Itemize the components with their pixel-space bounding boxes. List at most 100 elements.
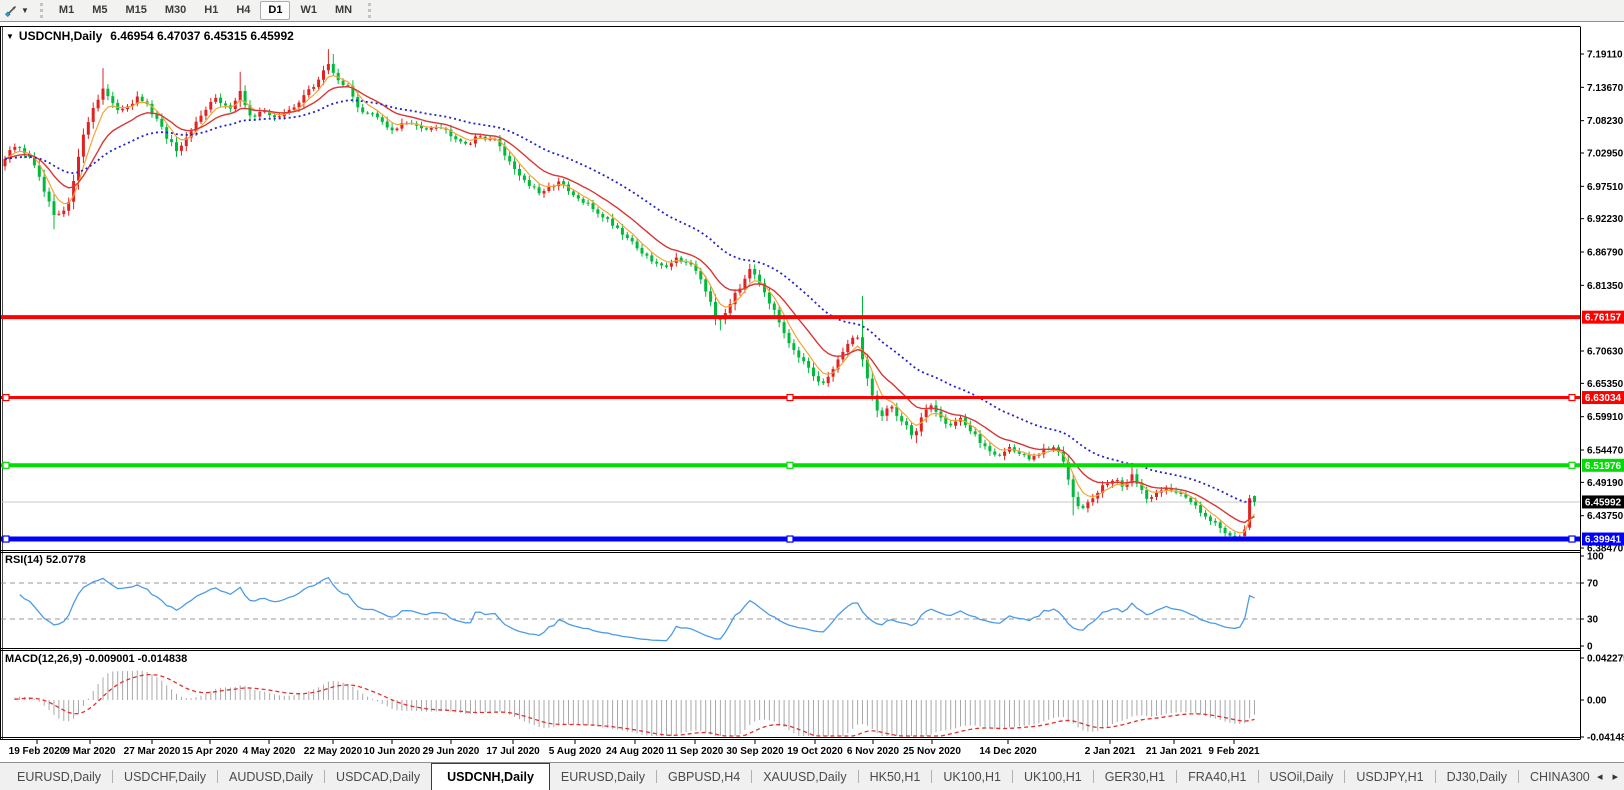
- symbol-tab-bar: EURUSD,Daily USDCHF,Daily AUDUSD,Daily USDC…: [0, 762, 1624, 790]
- svg-text:9 Mar 2020: 9 Mar 2020: [64, 746, 116, 757]
- timeframe-button-h1[interactable]: H1: [196, 1, 226, 20]
- svg-text:7.19110: 7.19110: [1587, 50, 1623, 61]
- tab-13-usoil-daily[interactable]: USOil,Daily: [1259, 763, 1345, 790]
- svg-text:15 Apr 2020: 15 Apr 2020: [182, 746, 238, 757]
- tab-14-usdjpy-h1[interactable]: USDJPY,H1: [1345, 763, 1434, 790]
- timeframe-button-d1[interactable]: D1: [260, 1, 291, 20]
- timeframe-button-m1[interactable]: M1: [51, 1, 82, 20]
- svg-text:25 Nov 2020: 25 Nov 2020: [903, 746, 961, 757]
- chart-context-caret-icon[interactable]: ▼: [6, 32, 14, 41]
- hline-drag-handle[interactable]: [2, 535, 10, 543]
- svg-text:5 Aug 2020: 5 Aug 2020: [549, 746, 602, 757]
- ma-slow-line: [4, 99, 1255, 503]
- svg-text:6.51976: 6.51976: [1585, 461, 1622, 472]
- svg-text:6.59910: 6.59910: [1587, 412, 1624, 423]
- cursor-tool-icon[interactable]: [3, 3, 19, 19]
- svg-text:4 May 2020: 4 May 2020: [243, 746, 296, 757]
- price-tag-6.39941: 6.39941: [1582, 532, 1624, 546]
- tab-10-uk100-h1[interactable]: UK100,H1: [1013, 763, 1093, 790]
- hline-drag-handle[interactable]: [786, 461, 794, 469]
- tab-3-usdcad-daily[interactable]: USDCAD,Daily: [325, 763, 431, 790]
- ma-mid-line: [4, 86, 1255, 524]
- chart-window[interactable]: 7.19110 7.13670 7.08230 7.02950 6.97510 6.922…: [0, 22, 1624, 762]
- date-axis[interactable]: 19 Feb 2020 9 Mar 2020 27 Mar 2020 15 Apr 2…: [9, 739, 1260, 758]
- timeframe-button-m30[interactable]: M30: [157, 1, 194, 20]
- svg-text:11 Sep 2020: 11 Sep 2020: [667, 746, 724, 757]
- macd-indicator-label: MACD(12,26,9) -0.009001 -0.014838: [5, 653, 188, 665]
- svg-text:2 Jan 2021: 2 Jan 2021: [1085, 746, 1136, 757]
- timeframe-button-m5[interactable]: M5: [84, 1, 115, 20]
- svg-text:7.08230: 7.08230: [1587, 116, 1624, 127]
- svg-text:6.65350: 6.65350: [1587, 379, 1624, 390]
- tab-4-usdcnh-daily[interactable]: USDCNH,Daily: [431, 763, 550, 790]
- price-tag-6.51976: 6.51976: [1582, 458, 1624, 472]
- timeframe-button-m15[interactable]: M15: [117, 1, 154, 20]
- hline-object-6.63034[interactable]: [1, 393, 1580, 402]
- tab-5-eurusd-daily[interactable]: EURUSD,Daily: [550, 763, 656, 790]
- tab-6-gbpusd-h4[interactable]: GBPUSD,H4: [657, 763, 751, 790]
- svg-text:24 Aug 2020: 24 Aug 2020: [606, 746, 664, 757]
- svg-text:29 Jun 2020: 29 Jun 2020: [423, 746, 480, 757]
- hline-drag-handle[interactable]: [2, 461, 10, 469]
- tab-1-usdchf-daily[interactable]: USDCHF,Daily: [113, 763, 217, 790]
- svg-text:6.45992: 6.45992: [1585, 497, 1622, 508]
- svg-text:19 Feb 2020: 19 Feb 2020: [9, 746, 66, 757]
- svg-text:14 Dec 2020: 14 Dec 2020: [979, 746, 1037, 757]
- svg-text:0.00: 0.00: [1587, 696, 1607, 707]
- hline-object-6.39941[interactable]: [1, 535, 1580, 543]
- svg-text:6.49190: 6.49190: [1587, 478, 1624, 489]
- tab-11-ger30-h1[interactable]: GER30,H1: [1094, 763, 1176, 790]
- price-tag-6.76157: 6.76157: [1582, 310, 1624, 324]
- svg-text:10 Jun 2020: 10 Jun 2020: [364, 746, 421, 757]
- svg-text:0: 0: [1587, 642, 1593, 653]
- hline-drag-handle[interactable]: [1568, 393, 1576, 402]
- toolbar-dropdown-caret-icon[interactable]: ▼: [21, 6, 29, 15]
- timeframe-button-h4[interactable]: H4: [228, 1, 258, 20]
- rsi-indicator-label: RSI(14) 52.0778: [5, 554, 86, 566]
- svg-text:100: 100: [1587, 552, 1604, 563]
- chart-canvas[interactable]: 7.19110 7.13670 7.08230 7.02950 6.97510 6.922…: [0, 22, 1624, 762]
- svg-text:21 Jan 2021: 21 Jan 2021: [1146, 746, 1203, 757]
- svg-text:9 Feb 2021: 9 Feb 2021: [1208, 746, 1260, 757]
- timeframe-button-w1[interactable]: W1: [292, 1, 325, 20]
- tab-scroll-left-button[interactable]: ◂: [1597, 772, 1603, 783]
- svg-text:7.02950: 7.02950: [1587, 149, 1624, 160]
- hline-drag-handle[interactable]: [786, 393, 794, 402]
- svg-text:19 Oct 2020: 19 Oct 2020: [787, 746, 843, 757]
- hline-drag-handle[interactable]: [2, 393, 10, 402]
- svg-text:6.43750: 6.43750: [1587, 511, 1624, 522]
- tab-0-eurusd-daily[interactable]: EURUSD,Daily: [6, 763, 112, 790]
- macd-histogram: [14, 670, 1255, 736]
- tab-9-uk100-h1[interactable]: UK100,H1: [932, 763, 1012, 790]
- price-tag-6.63034: 6.63034: [1582, 391, 1624, 405]
- toolbar-grip-handle[interactable]: [39, 3, 43, 18]
- hline-object-6.51976[interactable]: [1, 461, 1580, 469]
- svg-text:30 Sep 2020: 30 Sep 2020: [726, 746, 784, 757]
- svg-text:30: 30: [1587, 615, 1599, 626]
- chart-symbol-period: USDCNH,Daily: [18, 29, 103, 43]
- toolbar-grip-handle-end[interactable]: [368, 3, 372, 18]
- top-toolbar: ▼ M1 M5 M15 M30 H1 H4 D1 W1 MN: [0, 0, 1624, 22]
- tab-2-audusd-daily[interactable]: AUDUSD,Daily: [218, 763, 324, 790]
- hline-drag-handle[interactable]: [1568, 461, 1576, 469]
- chart-title: ▼ USDCNH,Daily 6.46954 6.47037 6.45315 6.4…: [6, 29, 294, 43]
- hline-drag-handle[interactable]: [1568, 535, 1576, 543]
- svg-text:7.13670: 7.13670: [1587, 83, 1624, 94]
- svg-text:22 May 2020: 22 May 2020: [304, 746, 363, 757]
- svg-text:0.042275: 0.042275: [1587, 654, 1624, 665]
- tab-15-dj30-daily[interactable]: DJ30,Daily: [1436, 763, 1518, 790]
- tab-7-xauusd-daily[interactable]: XAUUSD,Daily: [752, 763, 857, 790]
- svg-text:70: 70: [1587, 579, 1599, 590]
- tab-8-hk50-h1[interactable]: HK50,H1: [859, 763, 932, 790]
- svg-text:6.54470: 6.54470: [1587, 446, 1624, 457]
- tab-12-fra40-h1[interactable]: FRA40,H1: [1177, 763, 1257, 790]
- svg-text:6 Nov 2020: 6 Nov 2020: [847, 746, 900, 757]
- chart-ohlc-values: 6.46954 6.47037 6.45315 6.45992: [110, 29, 294, 43]
- svg-text:6.86790: 6.86790: [1587, 248, 1624, 259]
- current-price-tag: 6.45992: [1582, 495, 1624, 509]
- hline-drag-handle[interactable]: [786, 535, 794, 543]
- svg-text:6.63034: 6.63034: [1585, 393, 1622, 404]
- svg-text:27 Mar 2020: 27 Mar 2020: [124, 746, 181, 757]
- tab-scroll-right-button[interactable]: ▸: [1612, 772, 1618, 783]
- timeframe-button-mn[interactable]: MN: [327, 1, 360, 20]
